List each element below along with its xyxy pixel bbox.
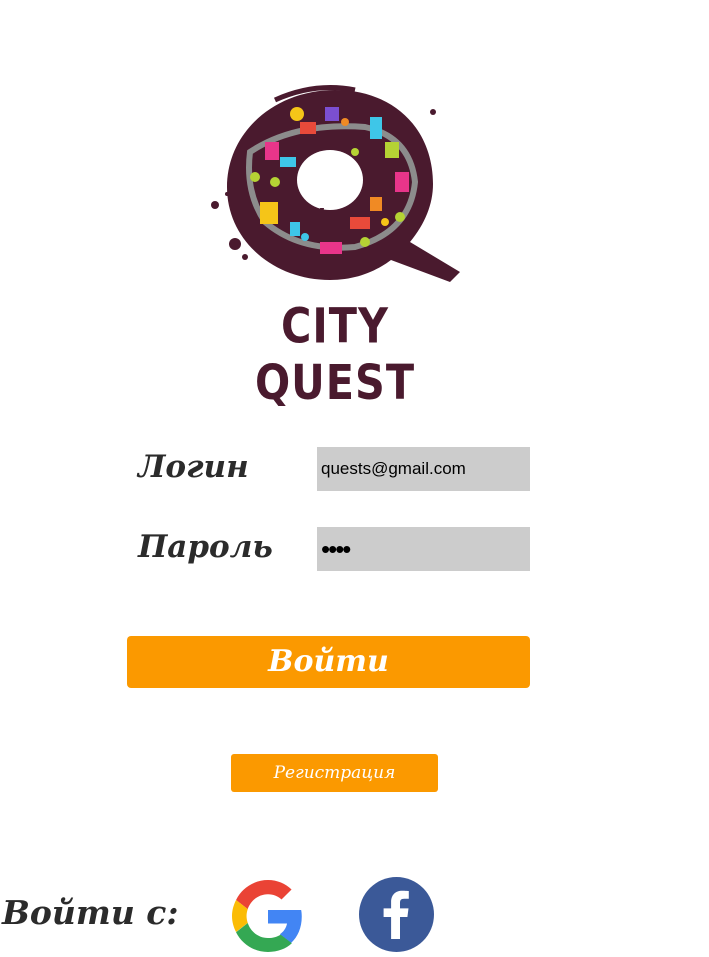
facebook-icon [359,877,434,952]
google-login-button[interactable] [231,880,305,952]
password-input[interactable]: •••• [317,527,530,571]
city-quest-logo: CITY QUEST [205,82,465,411]
q-city-emblem [211,85,460,282]
logo-title: CITY QUEST [254,297,416,411]
social-login-label: Войти с: [2,893,179,932]
google-icon [232,880,302,952]
login-label: Логин [138,449,249,485]
facebook-login-button[interactable] [358,876,435,953]
login-input[interactable] [317,447,530,491]
register-button[interactable]: Регистрация [231,754,438,792]
login-button[interactable]: Войти [127,636,530,688]
password-label: Пароль [138,529,273,565]
